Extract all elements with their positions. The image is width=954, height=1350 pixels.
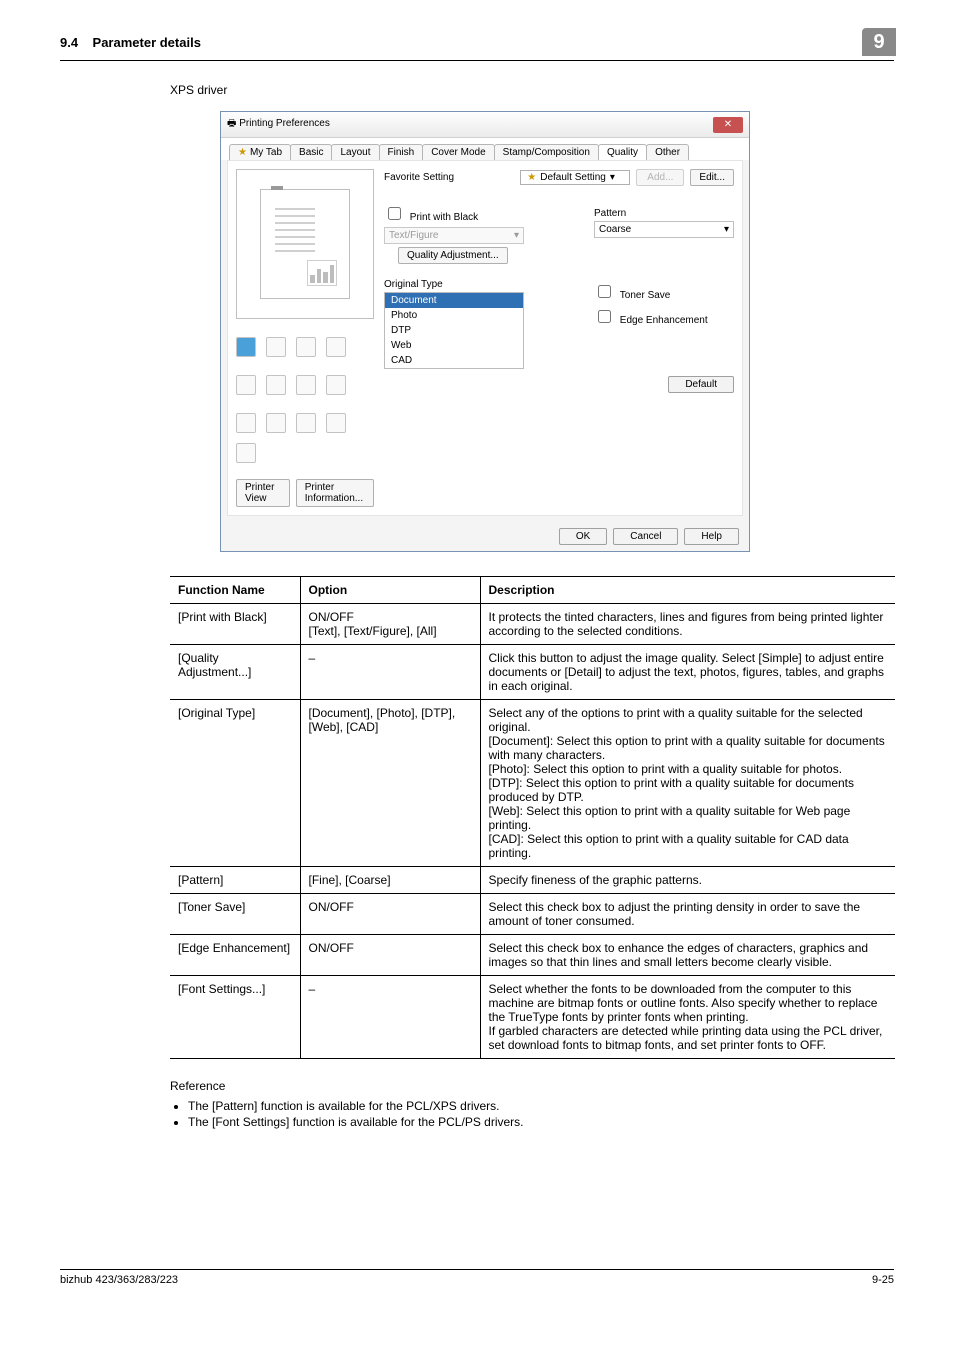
sub-heading: XPS driver <box>170 83 894 97</box>
status-icon <box>266 413 286 433</box>
status-icon <box>236 337 256 357</box>
th-function: Function Name <box>170 577 300 604</box>
textfigure-select: Text/Figure ▾ <box>384 227 524 244</box>
chevron-down-icon: ▾ <box>514 230 519 241</box>
tab-layout[interactable]: Layout <box>331 144 379 160</box>
table-row: [Pattern][Fine], [Coarse]Specify finenes… <box>170 867 895 894</box>
status-icon <box>296 337 316 357</box>
list-item[interactable]: CAD <box>385 353 523 368</box>
th-desc: Description <box>480 577 895 604</box>
page-preview <box>236 169 374 319</box>
default-button[interactable]: Default <box>668 376 734 393</box>
chevron-down-icon: ▾ <box>724 224 729 235</box>
table-row: [Print with Black]ON/OFF [Text], [Text/F… <box>170 604 895 645</box>
star-icon: ★ <box>238 147 247 158</box>
pattern-label: Pattern <box>594 208 734 219</box>
dialog-screenshot: 🖶 Printing Preferences ✕ ★My Tab Basic L… <box>220 111 894 552</box>
tab-quality[interactable]: Quality <box>598 144 647 160</box>
list-item[interactable]: Photo <box>385 308 523 323</box>
status-icon <box>236 413 256 433</box>
status-icon <box>326 375 346 395</box>
status-icon <box>266 337 286 357</box>
tab-finish[interactable]: Finish <box>379 144 424 160</box>
favorite-label: Favorite Setting <box>384 172 454 183</box>
footer-page: 9-25 <box>872 1274 894 1286</box>
chapter-badge: 9 <box>862 28 896 56</box>
tab-mytab[interactable]: ★My Tab <box>229 144 291 160</box>
printer-icon: 🖶 <box>227 118 236 129</box>
section-number: 9.4 <box>60 35 78 50</box>
reference-heading: Reference <box>170 1079 894 1093</box>
parameter-table: Function Name Option Description [Print … <box>170 576 895 1059</box>
pattern-select[interactable]: Coarse ▾ <box>594 221 734 238</box>
section-title: Parameter details <box>93 35 201 50</box>
status-icon <box>266 375 286 395</box>
original-type-list[interactable]: Document Photo DTP Web CAD <box>384 292 524 369</box>
dialog-title: Printing Preferences <box>239 118 330 129</box>
tab-stamp[interactable]: Stamp/Composition <box>494 144 599 160</box>
add-button: Add... <box>636 169 684 186</box>
footer-model: bizhub 423/363/283/223 <box>60 1274 178 1286</box>
table-row: [Quality Adjustment...]–Click this butto… <box>170 645 895 700</box>
edge-enh-label: Edge Enhancement <box>620 315 708 326</box>
tab-row: ★My Tab Basic Layout Finish Cover Mode S… <box>221 138 749 160</box>
status-icon <box>236 375 256 395</box>
quality-adjust-button[interactable]: Quality Adjustment... <box>398 247 508 264</box>
table-row: [Original Type][Document], [Photo], [DTP… <box>170 700 895 867</box>
tab-basic[interactable]: Basic <box>290 144 332 160</box>
list-item[interactable]: DTP <box>385 323 523 338</box>
status-icon <box>296 375 316 395</box>
print-black-label: Print with Black <box>410 212 478 223</box>
status-icon <box>296 413 316 433</box>
favorite-select[interactable]: ★ Default Setting ▾ <box>520 170 630 185</box>
status-icon <box>236 443 256 463</box>
bullet-item: The [Pattern] function is available for … <box>188 1099 894 1113</box>
help-button[interactable]: Help <box>684 528 739 545</box>
status-icon <box>326 337 346 357</box>
table-row: [Font Settings...]–Select whether the fo… <box>170 976 895 1059</box>
status-icon <box>326 413 346 433</box>
chevron-down-icon: ▾ <box>610 172 615 183</box>
ok-button[interactable]: OK <box>559 528 607 545</box>
th-option: Option <box>300 577 480 604</box>
cancel-button[interactable]: Cancel <box>613 528 678 545</box>
tab-other[interactable]: Other <box>646 144 689 160</box>
printer-info-button[interactable]: Printer Information... <box>296 479 374 507</box>
table-row: [Edge Enhancement]ON/OFFSelect this chec… <box>170 935 895 976</box>
list-item[interactable]: Web <box>385 338 523 353</box>
star-icon: ★ <box>527 172 536 183</box>
original-type-label: Original Type <box>384 279 564 290</box>
close-icon[interactable]: ✕ <box>713 117 743 133</box>
toner-save-label: Toner Save <box>620 290 671 301</box>
print-black-checkbox[interactable] <box>388 207 401 220</box>
list-item[interactable]: Document <box>385 293 523 308</box>
table-row: [Toner Save]ON/OFFSelect this check box … <box>170 894 895 935</box>
reference-list: The [Pattern] function is available for … <box>170 1099 894 1129</box>
bullet-item: The [Font Settings] function is availabl… <box>188 1115 894 1129</box>
edit-button[interactable]: Edit... <box>690 169 734 186</box>
edge-enh-checkbox[interactable] <box>598 310 611 323</box>
printer-view-button[interactable]: Printer View <box>236 479 290 507</box>
tab-covermode[interactable]: Cover Mode <box>422 144 494 160</box>
toner-save-checkbox[interactable] <box>598 285 611 298</box>
